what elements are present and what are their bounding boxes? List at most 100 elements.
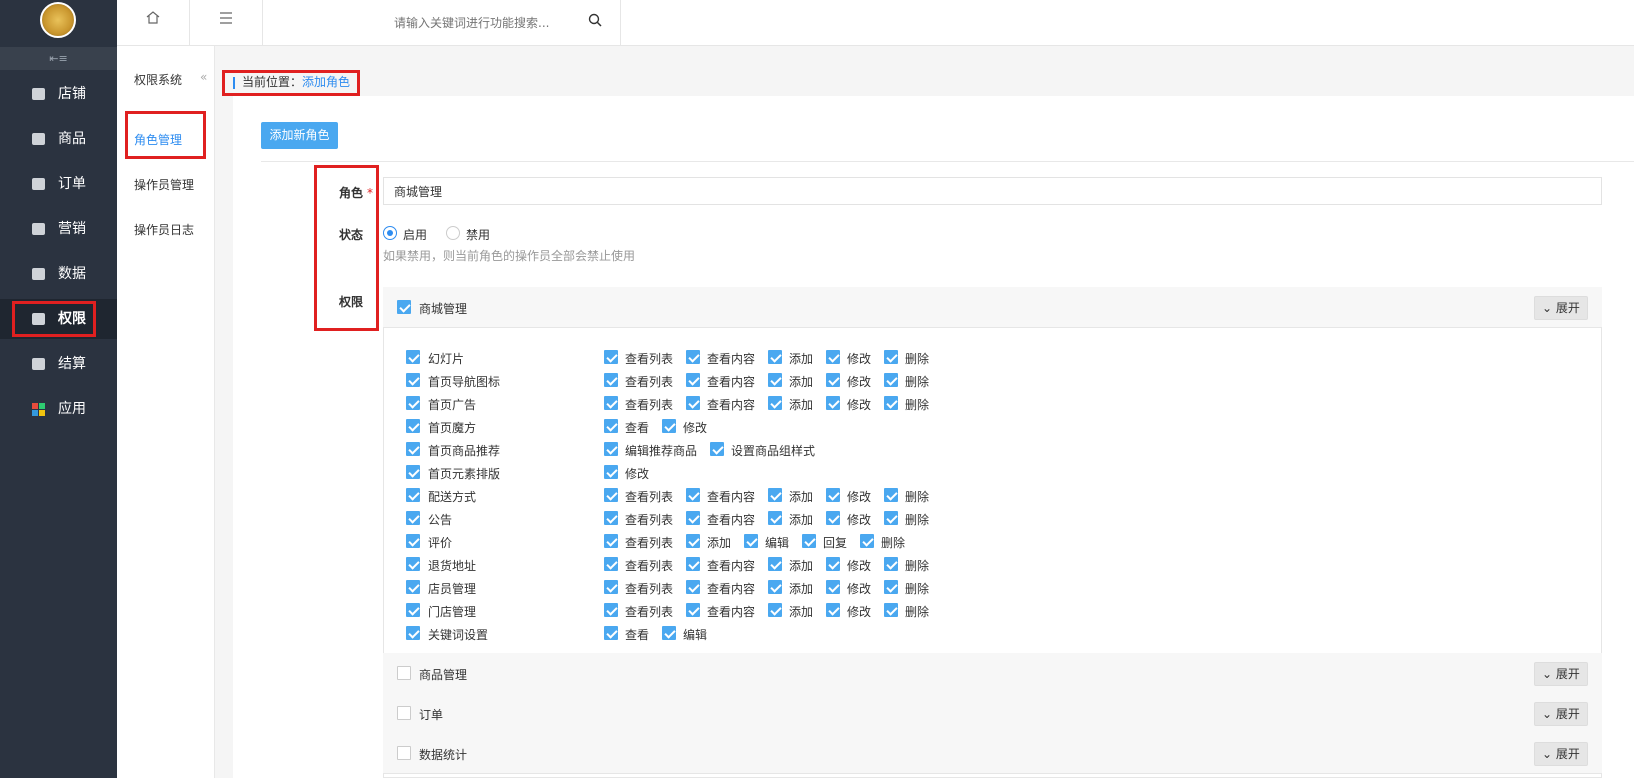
permission-checkbox[interactable] bbox=[686, 511, 700, 525]
permission-checkbox[interactable] bbox=[884, 557, 898, 571]
permission-checkbox[interactable] bbox=[768, 350, 782, 364]
permission-checkbox[interactable] bbox=[768, 580, 782, 594]
row-checkbox[interactable] bbox=[406, 419, 420, 433]
group-checkbox[interactable] bbox=[397, 746, 411, 760]
group-checkbox[interactable] bbox=[397, 666, 411, 680]
row-checkbox[interactable] bbox=[406, 626, 420, 640]
row-checkbox[interactable] bbox=[406, 350, 420, 364]
permission-checkbox[interactable] bbox=[860, 534, 874, 548]
permission-checkbox[interactable] bbox=[826, 373, 840, 387]
row-checkbox[interactable] bbox=[406, 603, 420, 617]
apps-icon-tile bbox=[32, 410, 38, 416]
permission-checkbox[interactable] bbox=[662, 419, 676, 433]
permission-checkbox[interactable] bbox=[604, 373, 618, 387]
status-option-enabled[interactable]: 启用 bbox=[403, 226, 427, 243]
permission-checkbox[interactable] bbox=[686, 557, 700, 571]
sidebar-item-0[interactable]: 店铺 bbox=[0, 74, 117, 114]
row-checkbox[interactable] bbox=[406, 557, 420, 571]
permission-checkbox[interactable] bbox=[686, 350, 700, 364]
permission-item-label: 修改 bbox=[847, 490, 872, 504]
permission-checkbox[interactable] bbox=[884, 511, 898, 525]
row-checkbox[interactable] bbox=[406, 465, 420, 479]
permission-checkbox[interactable] bbox=[826, 511, 840, 525]
logo[interactable] bbox=[40, 2, 76, 38]
permission-checkbox[interactable] bbox=[884, 350, 898, 364]
sidebar-item-7[interactable]: 应用 bbox=[0, 389, 117, 429]
menu-button[interactable] bbox=[190, 0, 263, 46]
permission-checkbox[interactable] bbox=[604, 557, 618, 571]
permission-checkbox[interactable] bbox=[768, 396, 782, 410]
status-option-disabled[interactable]: 禁用 bbox=[466, 226, 490, 243]
sidebar-item-3[interactable]: 营销 bbox=[0, 209, 117, 249]
permission-checkbox[interactable] bbox=[604, 419, 618, 433]
permission-checkbox[interactable] bbox=[604, 534, 618, 548]
sidebar-item-4[interactable]: 数据 bbox=[0, 254, 117, 294]
permission-checkbox[interactable] bbox=[604, 442, 618, 456]
expand-button[interactable]: ⌄ 展开 bbox=[1534, 662, 1588, 686]
collapse-icon[interactable]: ⇤≡ bbox=[0, 47, 117, 70]
permission-checkbox[interactable] bbox=[604, 396, 618, 410]
permission-checkbox[interactable] bbox=[768, 557, 782, 571]
permission-checkbox[interactable] bbox=[686, 580, 700, 594]
subnav-item-operator-log[interactable]: 操作员日志 bbox=[134, 221, 194, 238]
row-checkbox[interactable] bbox=[406, 511, 420, 525]
role-name-input[interactable] bbox=[383, 177, 1602, 205]
search-input[interactable] bbox=[394, 12, 694, 34]
permission-checkbox[interactable] bbox=[604, 580, 618, 594]
permission-checkbox[interactable] bbox=[768, 373, 782, 387]
sidebar-item-1[interactable]: 商品 bbox=[0, 119, 117, 159]
permission-checkbox[interactable] bbox=[802, 534, 816, 548]
sidebar-item-6[interactable]: 结算 bbox=[0, 344, 117, 384]
permission-checkbox[interactable] bbox=[686, 534, 700, 548]
sidebar-item-2[interactable]: 订单 bbox=[0, 164, 117, 204]
permission-checkbox[interactable] bbox=[884, 488, 898, 502]
permission-checkbox[interactable] bbox=[826, 396, 840, 410]
expand-button[interactable]: ⌄ 展开 bbox=[1534, 702, 1588, 726]
permission-checkbox[interactable] bbox=[710, 442, 724, 456]
permission-checkbox[interactable] bbox=[884, 373, 898, 387]
permission-checkbox[interactable] bbox=[686, 373, 700, 387]
permission-checkbox[interactable] bbox=[662, 626, 676, 640]
row-checkbox[interactable] bbox=[406, 534, 420, 548]
permission-item-label: 查看内容 bbox=[707, 490, 756, 504]
chevron-left-icon[interactable]: « bbox=[200, 70, 214, 90]
row-checkbox[interactable] bbox=[406, 373, 420, 387]
permission-checkbox[interactable] bbox=[604, 626, 618, 640]
permission-checkbox[interactable] bbox=[826, 350, 840, 364]
expand-button[interactable]: ⌄ 展开 bbox=[1534, 296, 1588, 320]
permission-checkbox[interactable] bbox=[826, 488, 840, 502]
subnav-item-operator-management[interactable]: 操作员管理 bbox=[134, 176, 194, 193]
permission-checkbox[interactable] bbox=[604, 488, 618, 502]
chevron-down-icon: ⌄ bbox=[1542, 747, 1556, 761]
home-button[interactable] bbox=[117, 0, 190, 46]
row-checkbox[interactable] bbox=[406, 442, 420, 456]
permission-checkbox[interactable] bbox=[826, 557, 840, 571]
permission-checkbox[interactable] bbox=[604, 350, 618, 364]
permission-item-label: 添加 bbox=[789, 605, 814, 619]
permission-checkbox[interactable] bbox=[604, 465, 618, 479]
expand-button[interactable]: ⌄ 展开 bbox=[1534, 742, 1588, 766]
permission-checkbox[interactable] bbox=[768, 488, 782, 502]
permission-checkbox[interactable] bbox=[826, 603, 840, 617]
permission-checkbox[interactable] bbox=[768, 511, 782, 525]
add-role-button[interactable]: 添加新角色 bbox=[261, 122, 338, 149]
row-checkbox[interactable] bbox=[406, 580, 420, 594]
permission-checkbox[interactable] bbox=[686, 603, 700, 617]
permission-checkbox[interactable] bbox=[686, 488, 700, 502]
permission-checkbox[interactable] bbox=[768, 603, 782, 617]
permission-checkbox[interactable] bbox=[744, 534, 758, 548]
permission-checkbox[interactable] bbox=[604, 511, 618, 525]
permission-checkbox[interactable] bbox=[686, 396, 700, 410]
permission-checkbox[interactable] bbox=[604, 603, 618, 617]
permission-checkbox[interactable] bbox=[826, 580, 840, 594]
permission-row-label: 首页导航图标 bbox=[428, 375, 501, 389]
permission-checkbox[interactable] bbox=[884, 603, 898, 617]
group-checkbox[interactable] bbox=[397, 706, 411, 720]
group-checkbox[interactable] bbox=[397, 300, 411, 314]
permission-checkbox[interactable] bbox=[884, 396, 898, 410]
status-radio-disabled[interactable] bbox=[446, 226, 460, 240]
permission-checkbox[interactable] bbox=[884, 580, 898, 594]
status-radio-enabled[interactable] bbox=[383, 226, 397, 240]
row-checkbox[interactable] bbox=[406, 488, 420, 502]
row-checkbox[interactable] bbox=[406, 396, 420, 410]
